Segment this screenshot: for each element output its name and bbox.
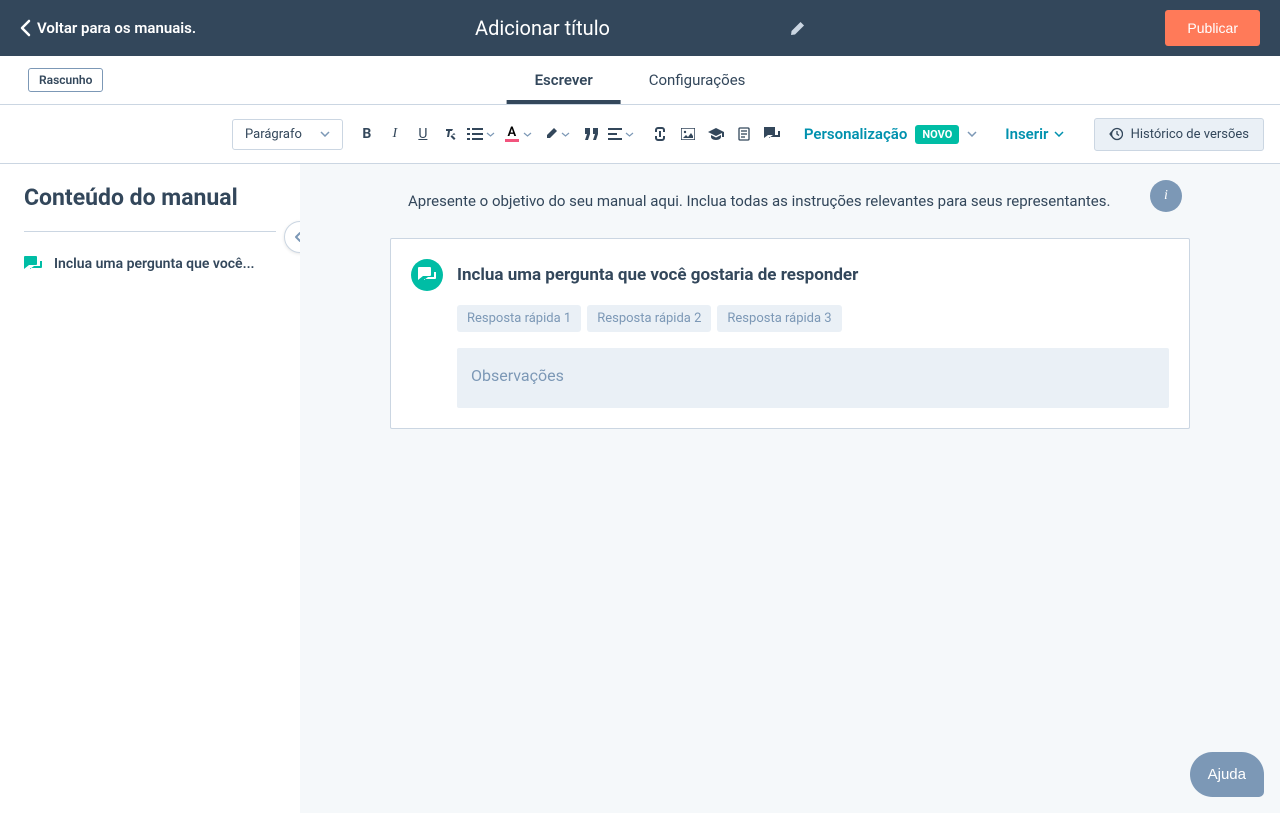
editor-area: i Apresente o objetivo do seu manual aqu…: [300, 164, 1280, 813]
graduation-icon: [708, 128, 724, 140]
highlight-icon: [544, 127, 558, 141]
align-dropdown[interactable]: [608, 128, 634, 140]
back-link[interactable]: Voltar para os manuais.: [20, 19, 196, 37]
text-color-dropdown[interactable]: A: [505, 126, 532, 142]
chat-button[interactable]: [760, 122, 784, 146]
tab-write[interactable]: Escrever: [507, 56, 621, 104]
help-button[interactable]: Ajuda: [1190, 752, 1264, 797]
draft-badge: Rascunho: [28, 68, 103, 92]
sidebar-title: Conteúdo do manual: [24, 184, 276, 211]
publish-button[interactable]: Publicar: [1165, 10, 1260, 46]
image-icon: [681, 128, 695, 140]
chevron-down-icon: [320, 131, 330, 137]
tab-bar: Rascunho Escrever Configurações: [0, 56, 1280, 105]
sidebar-item-label: Inclua uma pergunta que você...: [54, 256, 255, 272]
graduation-button[interactable]: [704, 122, 728, 146]
chevron-down-icon: [967, 131, 977, 137]
question-title[interactable]: Inclua uma pergunta que você gostaria de…: [457, 265, 858, 285]
link-button[interactable]: [648, 122, 672, 146]
chevron-down-icon: [625, 132, 634, 137]
align-icon: [608, 128, 622, 140]
insert-dropdown[interactable]: Inserir: [1005, 125, 1064, 143]
quote-icon: [585, 128, 599, 140]
chat-icon: [764, 127, 780, 141]
chevron-down-icon: [1054, 131, 1064, 137]
history-icon: [1109, 127, 1123, 141]
personalization-label: Personalização: [804, 125, 907, 143]
question-header: Inclua uma pergunta que você gostaria de…: [411, 259, 1169, 291]
document-button[interactable]: [732, 122, 756, 146]
toolbar: Parágrafo B I U A: [0, 105, 1280, 164]
chat-icon: [24, 256, 42, 272]
italic-button[interactable]: I: [383, 122, 407, 146]
pencil-icon[interactable]: [790, 21, 805, 36]
format-select-label: Parágrafo: [245, 127, 302, 142]
version-history-button[interactable]: Histórico de versões: [1094, 118, 1264, 151]
chevron-down-icon: [486, 132, 495, 137]
sidebar: Conteúdo do manual Inclua uma pergunta q…: [0, 164, 300, 813]
title-container: Adicionar título: [475, 16, 805, 40]
clear-format-button[interactable]: [439, 122, 463, 146]
image-button[interactable]: [676, 122, 700, 146]
quick-response-1[interactable]: Resposta rápida 1: [457, 305, 581, 332]
link-icon: [654, 127, 666, 141]
list-dropdown[interactable]: [467, 127, 495, 141]
bold-button[interactable]: B: [355, 122, 379, 146]
question-icon-container: [411, 259, 443, 291]
document-icon: [738, 127, 750, 141]
info-button[interactable]: i: [1150, 180, 1182, 212]
divider: [24, 231, 276, 232]
back-label: Voltar para os manuais.: [37, 19, 196, 37]
chevron-down-icon: [561, 132, 570, 137]
page-title[interactable]: Adicionar título: [475, 16, 610, 40]
main-content: Conteúdo do manual Inclua uma pergunta q…: [0, 164, 1280, 813]
new-badge: NOVO: [915, 125, 959, 144]
quick-response-2[interactable]: Resposta rápida 2: [587, 305, 711, 332]
chevron-down-icon: [523, 132, 532, 137]
question-card: Inclua uma pergunta que você gostaria de…: [390, 238, 1190, 429]
underline-button[interactable]: U: [411, 122, 435, 146]
quick-responses: Resposta rápida 1 Resposta rápida 2 Resp…: [457, 305, 1169, 332]
top-header: Voltar para os manuais. Adicionar título…: [0, 0, 1280, 56]
sidebar-item-question[interactable]: Inclua uma pergunta que você...: [24, 252, 276, 276]
intro-text[interactable]: Apresente o objetivo do seu manual aqui.…: [390, 192, 1190, 210]
chat-icon: [418, 267, 436, 283]
tabs: Escrever Configurações: [507, 56, 774, 104]
insert-label: Inserir: [1005, 125, 1048, 143]
toolbar-left: Parágrafo B I U A: [232, 119, 1064, 150]
highlight-dropdown[interactable]: [544, 127, 570, 141]
list-icon: [467, 127, 483, 141]
chevron-left-icon: [20, 19, 31, 37]
clear-format-icon: [444, 127, 458, 141]
format-select[interactable]: Parágrafo: [232, 119, 343, 150]
quick-response-3[interactable]: Resposta rápida 3: [717, 305, 841, 332]
personalization-dropdown[interactable]: Personalização NOVO: [804, 125, 977, 144]
quote-button[interactable]: [580, 122, 604, 146]
tab-settings[interactable]: Configurações: [621, 56, 774, 104]
version-history-label: Histórico de versões: [1131, 127, 1249, 142]
observations-input[interactable]: Observações: [457, 348, 1169, 408]
